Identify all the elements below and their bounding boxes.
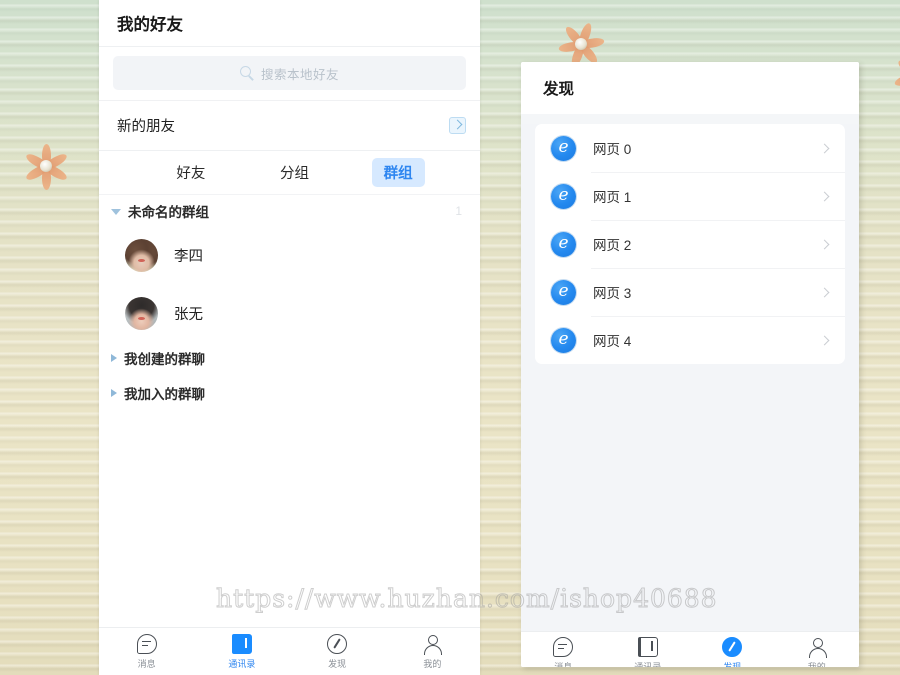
- group-header-joined[interactable]: 我加入的群聊: [99, 377, 480, 408]
- web-page-label: 网页 3: [593, 286, 632, 301]
- search-input[interactable]: 搜索本地好友: [113, 56, 466, 90]
- nav-item-messages[interactable]: 消息: [521, 636, 606, 668]
- new-friend-row[interactable]: 新的朋友: [99, 101, 480, 151]
- chevron-right-icon: [111, 353, 117, 362]
- list-item[interactable]: e 网页 3: [535, 268, 845, 316]
- group-label: 我加入的群聊: [124, 386, 205, 402]
- group-list: 未命名的群组 1 李四 张无 我创建的群聊 我加入的群聊: [99, 195, 480, 408]
- avatar: [125, 238, 158, 272]
- group-header-unnamed[interactable]: 未命名的群组 1: [99, 195, 480, 226]
- discover-body: e 网页 0 e 网页 1 e 网页 2 e 网页 3 e 网页 4 消息 通讯…: [521, 124, 859, 667]
- list-item[interactable]: e 网页 0: [535, 124, 845, 172]
- contact-name: 张无: [174, 306, 203, 323]
- web-page-label: 网页 4: [593, 334, 632, 349]
- compass-icon: [327, 633, 348, 654]
- flower-icon: [18, 138, 74, 194]
- contacts-tabs: 好友 分组 群组: [99, 151, 480, 195]
- nav-label: 我的: [423, 658, 442, 669]
- chevron-right-icon: [819, 335, 830, 345]
- list-item[interactable]: e 网页 4: [535, 316, 845, 364]
- chevron-right-icon: [819, 239, 830, 249]
- ie-browser-icon: e: [551, 135, 576, 161]
- search-icon: [239, 65, 255, 81]
- avatar: [125, 296, 158, 330]
- chevron-down-icon: [111, 208, 121, 215]
- nav-item-contacts[interactable]: 通讯录: [606, 636, 691, 668]
- list-item[interactable]: e 网页 1: [535, 172, 845, 220]
- page-title: 发现: [521, 62, 859, 114]
- group-label: 我创建的群聊: [124, 351, 205, 367]
- nav-label: 我的: [807, 661, 826, 668]
- nav-label: 发现: [328, 658, 347, 669]
- bottom-navigation: 消息 通讯录 发现 我的: [521, 631, 859, 667]
- group-count: 1: [455, 203, 462, 218]
- chevron-right-icon: [819, 287, 830, 297]
- discover-screen: 发现 e 网页 0 e 网页 1 e 网页 2 e 网页 3 e 网页 4 消息…: [521, 62, 859, 667]
- nav-item-mine[interactable]: 我的: [385, 634, 480, 670]
- ie-browser-icon: e: [551, 327, 576, 353]
- tab-groups[interactable]: 群组: [371, 158, 425, 187]
- compass-icon: [722, 636, 743, 657]
- ie-browser-icon: e: [551, 231, 576, 257]
- flower-icon: [892, 52, 900, 98]
- group-label: 未命名的群组: [128, 204, 209, 220]
- nav-label: 消息: [137, 658, 156, 669]
- ie-browser-icon: e: [551, 183, 576, 209]
- nav-label: 消息: [554, 661, 573, 668]
- web-page-label: 网页 0: [593, 142, 632, 157]
- page-title: 我的好友: [99, 0, 480, 47]
- web-page-label: 网页 2: [593, 238, 632, 253]
- tab-categories[interactable]: 分组: [268, 158, 321, 187]
- contacts-icon: [637, 636, 658, 657]
- web-page-label: 网页 1: [593, 190, 632, 205]
- search-bar-container: 搜索本地好友: [99, 47, 480, 101]
- nav-label: 通讯录: [228, 658, 256, 669]
- nav-item-contacts[interactable]: 通讯录: [194, 633, 289, 670]
- message-icon: [553, 636, 574, 657]
- tab-friends[interactable]: 好友: [164, 158, 217, 187]
- person-icon: [422, 634, 443, 655]
- message-icon: [136, 633, 157, 654]
- contact-name: 李四: [174, 248, 203, 265]
- arrow-right-box-icon[interactable]: [449, 117, 466, 134]
- group-header-created[interactable]: 我创建的群聊: [99, 342, 480, 373]
- contacts-screen: 我的好友 搜索本地好友 新的朋友 好友 分组 群组 未命名的群组 1 李四 张无: [99, 0, 480, 675]
- list-item[interactable]: 李四: [99, 226, 480, 284]
- ie-browser-icon: e: [551, 279, 576, 305]
- bottom-navigation: 消息 通讯录 发现 我的: [99, 627, 480, 675]
- nav-label: 发现: [723, 661, 742, 668]
- chevron-right-icon: [819, 191, 830, 201]
- nav-item-mine[interactable]: 我的: [775, 637, 860, 668]
- list-item[interactable]: e 网页 2: [535, 220, 845, 268]
- nav-label: 通讯录: [634, 661, 662, 668]
- chevron-right-icon: [819, 143, 830, 153]
- new-friend-label: 新的朋友: [117, 119, 175, 135]
- nav-item-discover[interactable]: 发现: [290, 633, 385, 670]
- list-item[interactable]: 张无: [99, 284, 480, 342]
- chevron-right-icon: [111, 388, 117, 397]
- search-placeholder: 搜索本地好友: [260, 67, 339, 82]
- nav-item-messages[interactable]: 消息: [99, 633, 194, 670]
- web-page-list: e 网页 0 e 网页 1 e 网页 2 e 网页 3 e 网页 4: [535, 124, 845, 364]
- person-icon: [807, 637, 827, 658]
- contacts-icon: [231, 633, 252, 654]
- nav-item-discover[interactable]: 发现: [690, 636, 775, 668]
